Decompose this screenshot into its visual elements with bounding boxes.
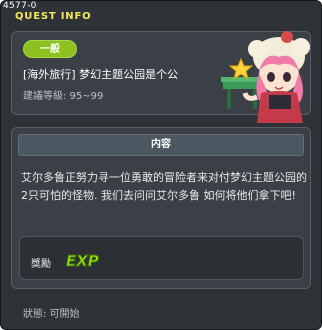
required-level: 建議等級: 95~99 [23,91,104,102]
quest-description: 艾尔多鲁正努力寻一位勇敢的冒险者来对付梦幻主题公园的2只可怕的怪物. 我们去问问… [21,171,307,202]
quest-name: [海外旅行] 梦幻主题公园是个公 [23,68,179,81]
quest-category-tag: 一般 [23,40,77,58]
quest-info-window: 4577-0 QUEST INFO 一般 [海外旅行] 梦幻主题公园是个公 建議… [0,0,322,330]
npc-portrait-icon [221,31,310,123]
quest-status: 狀態: 可開始 [23,309,80,320]
content-header: 内容 [18,134,304,156]
reward-label: 獎勵 [31,259,51,270]
exp-icon-text: EXP [66,252,99,269]
reward-panel [19,236,304,280]
quest-id: 4577-0 [3,1,37,11]
window-title: QUEST INFO [15,11,92,22]
exp-icon: EXP [66,252,100,270]
